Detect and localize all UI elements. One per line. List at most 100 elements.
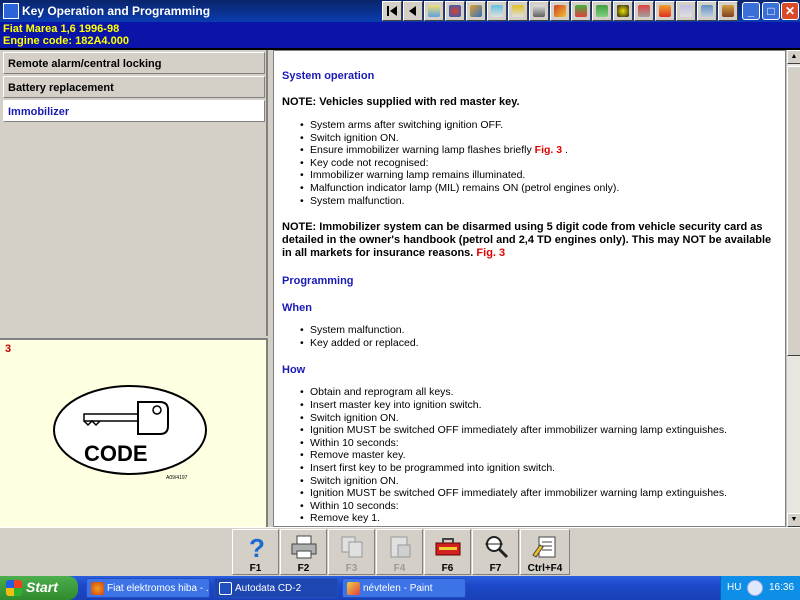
ctrl-f4-notes-button[interactable]: Ctrl+F4 [520, 529, 570, 575]
list-item: Switch ignition ON. [300, 412, 777, 425]
list-item: Ignition MUST be switched OFF immediatel… [300, 424, 777, 437]
list-item: Switch ignition ON. [300, 132, 777, 145]
list-item: Ensure immobilizer warning lamp flashes … [300, 144, 777, 157]
first-page-icon [387, 6, 397, 16]
content-scrollbar[interactable]: ▲ ▼ [786, 50, 800, 527]
copy-icon [341, 536, 362, 558]
maximize-button[interactable]: □ [762, 2, 780, 20]
zoom-icon [484, 536, 508, 559]
paint-icon [347, 582, 360, 595]
toolbar-button-15[interactable] [718, 1, 738, 21]
previous-page-icon [409, 6, 416, 16]
windows-logo-icon [6, 580, 22, 596]
heading-programming: Programming [282, 275, 354, 288]
system-operation-list: System arms after switching ignition OFF… [300, 119, 777, 207]
menu-item-immobilizer[interactable]: Immobilizer [3, 100, 265, 122]
list-item: Obtain and reprogram all keys. [300, 386, 777, 399]
tool-icon-14 [701, 5, 713, 17]
clock: 16:36 [769, 582, 795, 593]
toolbar-button-3[interactable] [466, 1, 486, 21]
autodata-icon [219, 582, 232, 595]
app-icon [3, 3, 19, 19]
code-card-figure: CODE A09/4197 [53, 385, 207, 481]
title-bar: Key Operation and Programming _ □ ✕ [0, 0, 800, 22]
vehicle-header: Fiat Marea 1,6 1996-98 Engine code: 182A… [0, 22, 800, 50]
note-red-master-key: NOTE: Vehicles supplied with red master … [282, 96, 520, 108]
notes-icon [532, 536, 556, 558]
f4-paste-button[interactable]: F4 [376, 529, 423, 575]
function-key-bar: ? F1 F2 F3 F4 F6 F7 Ctrl+F4 [0, 527, 800, 576]
f2-print-button[interactable]: F2 [280, 529, 327, 575]
first-page-button[interactable] [382, 1, 402, 21]
tool-icon-3 [470, 5, 482, 17]
list-item: Key code not recognised: [300, 157, 777, 170]
window-title: Key Operation and Programming [22, 4, 211, 18]
list-item: Malfunction indicator lamp (MIL) remains… [300, 182, 777, 195]
code-text: CODE [84, 441, 148, 466]
list-item: Immobilizer warning lamp remains illumin… [300, 169, 777, 182]
close-button[interactable]: ✕ [781, 2, 799, 20]
toolbar-button-13[interactable] [676, 1, 696, 21]
list-item: System malfunction. [300, 195, 777, 208]
scroll-up-button[interactable]: ▲ [787, 50, 800, 64]
list-item: Insert master key into ignition switch. [300, 399, 777, 412]
list-item: Remove master key. [300, 449, 777, 462]
list-item: Within 10 seconds: [300, 437, 777, 450]
menu-item-battery-replacement[interactable]: Battery replacement [3, 76, 265, 98]
toolbox-icon [435, 538, 460, 556]
taskbar-item-firefox[interactable]: Fiat elektromos hiba - ... [86, 578, 210, 598]
list-item: Key added or replaced. [300, 337, 777, 350]
language-indicator[interactable]: HU [727, 582, 741, 593]
list-item: Ignition MUST be switched OFF immediatel… [300, 487, 777, 500]
heading-how: How [282, 364, 306, 377]
tool-icon-13 [680, 5, 692, 17]
toolbar-button-9[interactable] [592, 1, 612, 21]
f3-copy-button[interactable]: F3 [328, 529, 375, 575]
how-list: Obtain and reprogram all keys. Insert ma… [300, 386, 777, 525]
toolbar-button-8[interactable] [571, 1, 591, 21]
toolbar-button-11[interactable] [634, 1, 654, 21]
tool-icon-2 [449, 5, 461, 17]
f1-help-button[interactable]: ? F1 [232, 529, 279, 575]
tool-icon-9 [596, 5, 608, 17]
system-tray: HU 16:36 [720, 576, 800, 600]
scroll-down-button[interactable]: ▼ [787, 513, 800, 527]
figure-link[interactable]: Fig. 3 [476, 247, 505, 259]
toolbar-button-7[interactable] [550, 1, 570, 21]
taskbar: Start Fiat elektromos hiba - ... Autodat… [0, 576, 800, 600]
scroll-thumb[interactable] [787, 66, 800, 356]
taskbar-item-autodata[interactable]: Autodata CD-2 [214, 578, 338, 598]
scroll-down-icon: ▼ [790, 516, 798, 523]
content-pane: System operation NOTE: Vehicles supplied… [273, 50, 786, 527]
toolbar-button-2[interactable] [445, 1, 465, 21]
paste-icon [390, 536, 410, 558]
tool-icon-8 [575, 5, 587, 17]
toolbar-button-1[interactable] [424, 1, 444, 21]
f7-zoom-button[interactable]: F7 [472, 529, 519, 575]
toolbar-button-12[interactable] [655, 1, 675, 21]
application-window: Key Operation and Programming _ □ ✕ Fiat… [0, 0, 800, 576]
figure-link[interactable]: Fig. 3 [535, 144, 562, 156]
start-button[interactable]: Start [0, 576, 78, 600]
engine-code: Engine code: 182A4.000 [3, 35, 129, 47]
f6-toolbox-button[interactable]: F6 [424, 529, 471, 575]
tray-app-icon[interactable] [747, 580, 763, 596]
tool-icon-10 [617, 5, 629, 17]
toolbar-button-5[interactable] [508, 1, 528, 21]
toolbar-button-4[interactable] [487, 1, 507, 21]
tool-icon-12 [659, 5, 671, 17]
heading-system-operation: System operation [282, 70, 375, 82]
tool-icon-5 [512, 5, 524, 17]
list-item: Insert first key to be programmed into i… [300, 462, 777, 475]
previous-page-button[interactable] [403, 1, 423, 21]
left-menu-pane: Remote alarm/central locking Battery rep… [0, 50, 268, 336]
heading-when: When [282, 302, 312, 315]
toolbar-button-6[interactable] [529, 1, 549, 21]
toolbar-button-10[interactable] [613, 1, 633, 21]
menu-item-remote-alarm[interactable]: Remote alarm/central locking [3, 52, 265, 74]
tool-icon-11 [638, 5, 650, 17]
toolbar-button-14[interactable] [697, 1, 717, 21]
when-list: System malfunction. Key added or replace… [300, 324, 777, 349]
taskbar-item-paint[interactable]: névtelen - Paint [342, 578, 466, 598]
minimize-button[interactable]: _ [742, 2, 760, 20]
